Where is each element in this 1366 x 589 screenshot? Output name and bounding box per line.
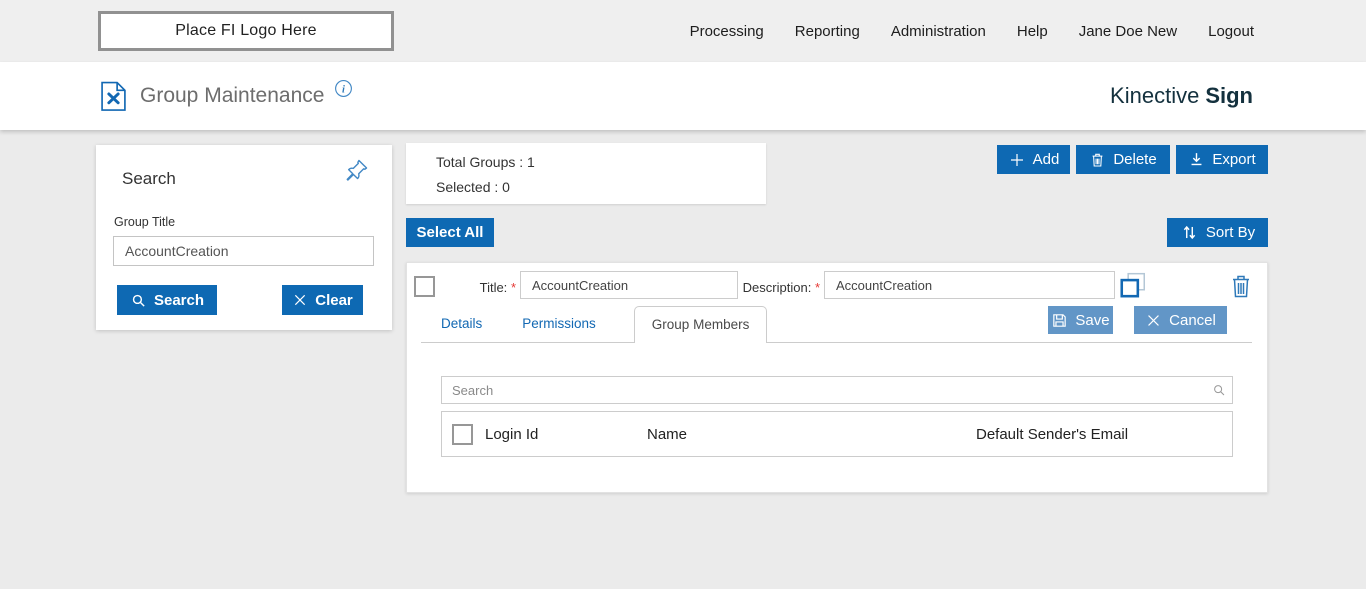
- copy-group-button[interactable]: [1118, 271, 1148, 301]
- search-icon: [130, 292, 147, 309]
- title-field-label: Title: *: [479, 280, 516, 295]
- download-icon: [1188, 151, 1205, 168]
- nav-item-administration[interactable]: Administration: [891, 23, 986, 40]
- search-button-label: Search: [153, 291, 205, 309]
- members-select-all-checkbox[interactable]: [452, 424, 473, 445]
- column-name: Name: [647, 426, 688, 443]
- cancel-button[interactable]: Cancel: [1134, 306, 1227, 334]
- required-marker: *: [814, 280, 820, 295]
- tab-group-members[interactable]: Group Members: [633, 306, 768, 343]
- pin-icon[interactable]: [344, 157, 370, 183]
- group-actions: Add Delete Export: [997, 145, 1268, 174]
- editor-actions: Save Cancel: [1048, 306, 1227, 334]
- description-input[interactable]: [824, 271, 1115, 299]
- save-button-label: Save: [1075, 311, 1110, 329]
- group-row-checkbox[interactable]: [414, 276, 435, 297]
- save-icon: [1051, 312, 1068, 329]
- nav-item-user[interactable]: Jane Doe New: [1079, 23, 1177, 40]
- top-bar: Place FI Logo Here Processing Reporting …: [0, 0, 1366, 62]
- export-button-label: Export: [1212, 151, 1256, 168]
- title-bar: Group Maintenance i Kinective Sign: [0, 62, 1366, 130]
- sort-arrows-icon: [1180, 223, 1199, 242]
- trash-icon: [1089, 151, 1106, 169]
- total-groups-text: Total Groups : 1: [436, 154, 535, 170]
- nav-item-logout[interactable]: Logout: [1208, 23, 1254, 40]
- top-nav: Processing Reporting Administration Help…: [690, 0, 1254, 62]
- fi-logo-text: Place FI Logo Here: [175, 22, 317, 39]
- fi-logo-placeholder: Place FI Logo Here: [98, 11, 394, 51]
- select-all-button[interactable]: Select All: [406, 218, 494, 247]
- clear-x-icon: [292, 292, 308, 308]
- clear-button[interactable]: Clear: [282, 285, 363, 315]
- delete-button-label: Delete: [1113, 151, 1157, 168]
- clear-button-label: Clear: [315, 291, 353, 309]
- page-heading: Group Maintenance i: [100, 62, 353, 130]
- tab-details[interactable]: Details: [421, 306, 502, 342]
- group-title-label: Group Title: [114, 215, 176, 229]
- cancel-x-icon: [1145, 312, 1162, 329]
- title-input[interactable]: [520, 271, 738, 299]
- info-icon[interactable]: i: [334, 79, 353, 98]
- save-button[interactable]: Save: [1048, 306, 1113, 334]
- search-panel: Search Group Title Search Clear: [96, 145, 392, 330]
- page-title: Group Maintenance: [140, 84, 325, 107]
- group-maintenance-icon: [100, 81, 127, 111]
- nav-item-reporting[interactable]: Reporting: [795, 23, 860, 40]
- nav-item-help[interactable]: Help: [1017, 23, 1048, 40]
- members-search-input[interactable]: [441, 376, 1233, 404]
- nav-item-processing[interactable]: Processing: [690, 23, 764, 40]
- delete-button[interactable]: Delete: [1076, 145, 1170, 174]
- plus-icon: [1008, 151, 1026, 169]
- column-default-senders-email: Default Sender's Email: [976, 426, 1129, 443]
- copy-icon: [1118, 271, 1148, 301]
- brand-name: Kinective: [1110, 83, 1200, 108]
- cancel-button-label: Cancel: [1169, 311, 1216, 329]
- required-marker: *: [510, 280, 516, 295]
- sort-by-label: Sort By: [1205, 224, 1256, 241]
- description-field-label: Description: *: [742, 280, 820, 295]
- add-button-label: Add: [1032, 151, 1060, 168]
- brand-logo: Kinective Sign: [1110, 62, 1253, 130]
- group-title-input[interactable]: [113, 236, 374, 266]
- groups-summary: Total Groups : 1 Selected : 0: [406, 143, 766, 204]
- export-button[interactable]: Export: [1176, 145, 1268, 174]
- column-login-id: Login Id: [485, 426, 539, 443]
- content-area: Search Group Title Search Clear: [0, 130, 1366, 589]
- svg-text:i: i: [343, 84, 346, 95]
- selected-count-text: Selected : 0: [436, 179, 510, 195]
- members-search: [441, 376, 1233, 404]
- group-editor-panel: Title: * Description: *: [406, 262, 1268, 493]
- tab-permissions[interactable]: Permissions: [502, 306, 616, 342]
- members-table-header: Login Id Name Default Sender's Email: [441, 411, 1233, 457]
- search-icon: [1212, 383, 1226, 397]
- brand-suffix: Sign: [1205, 83, 1253, 108]
- sort-by-button[interactable]: Sort By: [1167, 218, 1268, 247]
- add-button[interactable]: Add: [997, 145, 1070, 174]
- delete-group-row-button[interactable]: [1229, 273, 1253, 299]
- search-button[interactable]: Search: [117, 285, 217, 315]
- search-panel-title: Search: [122, 169, 176, 188]
- trash-icon: [1229, 273, 1253, 299]
- select-all-label: Select All: [416, 224, 484, 241]
